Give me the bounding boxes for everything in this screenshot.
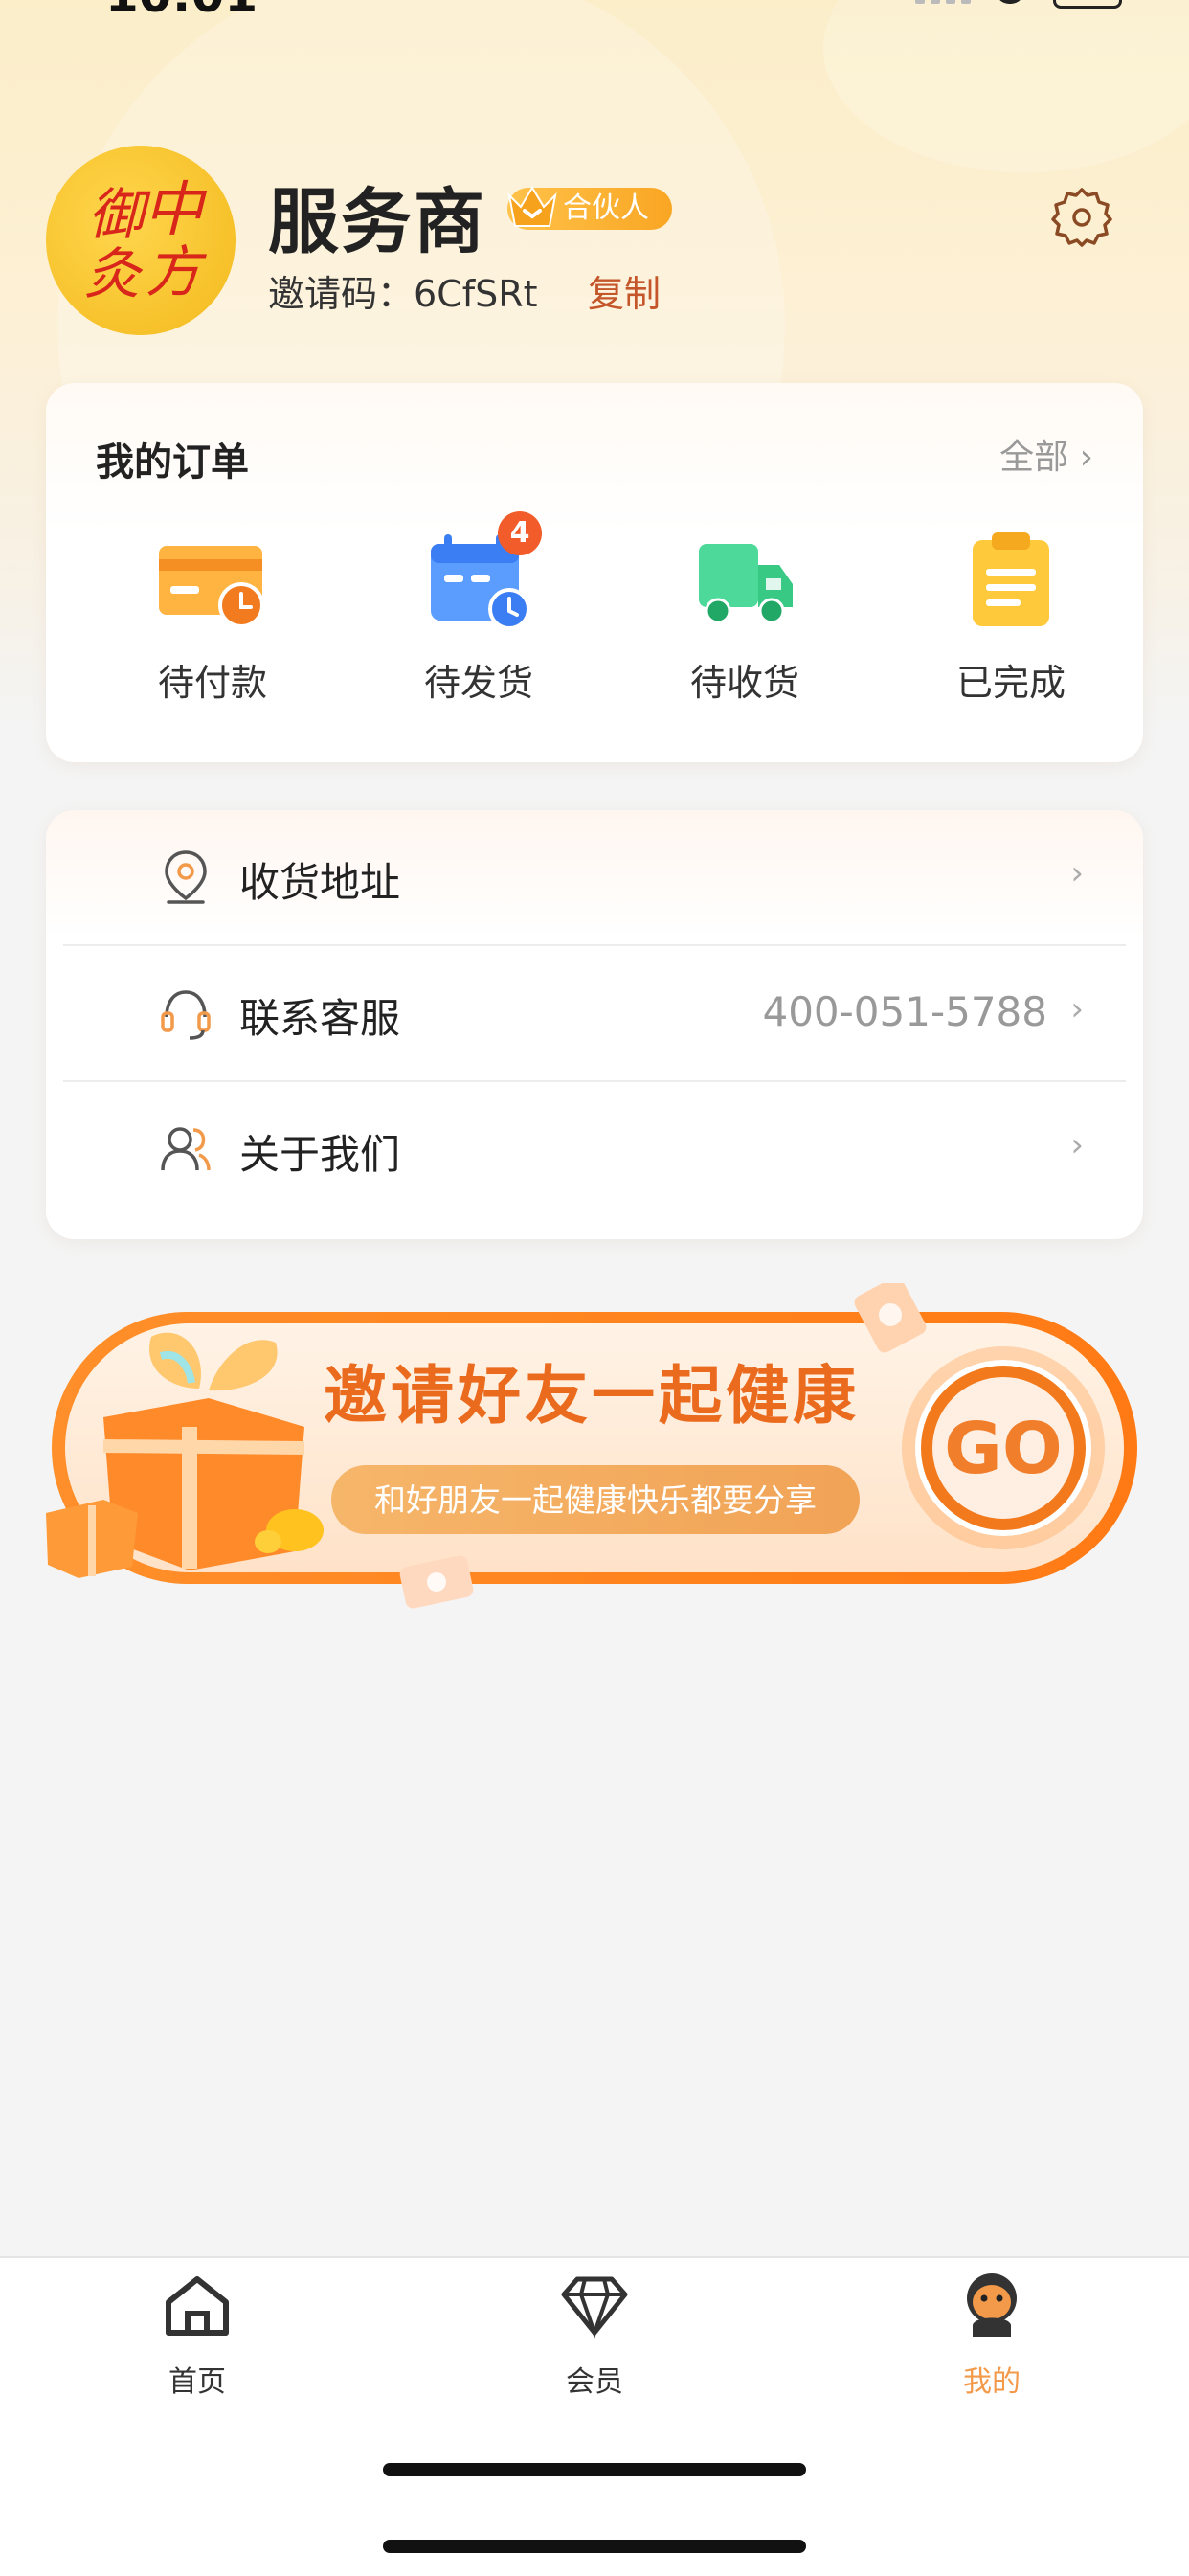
order-label: 待发货 xyxy=(423,662,533,704)
truck-icon xyxy=(699,544,793,624)
chevron-right-icon: › xyxy=(1070,990,1084,1028)
wifi-icon xyxy=(996,0,1024,4)
chevron-right-icon: › xyxy=(1079,438,1093,477)
settings-menu-card: 收货地址 › 联系客服 400-051-5788 › 关于我们 › xyxy=(46,810,1143,1239)
order-label: 已完成 xyxy=(955,662,1066,704)
invite-friends-banner[interactable]: 邀请好友一起健康 和好朋友一起健康快乐都要分享 GO xyxy=(46,1283,1143,1609)
avatar-logo: 御 中 灸 方 xyxy=(84,174,208,306)
avatar[interactable]: 御 中 灸 方 xyxy=(46,146,236,335)
crown-icon xyxy=(507,186,557,227)
menu-label: 联系客服 xyxy=(239,995,401,1042)
tab-label: 会员 xyxy=(566,2365,623,2399)
menu-label: 收货地址 xyxy=(239,859,401,906)
invite-code-value: 6CfSRt xyxy=(414,273,538,315)
order-label: 待付款 xyxy=(157,662,267,704)
orders-all-link[interactable]: 全部 › xyxy=(999,429,1093,479)
bottom-tab-bar: 首页 会员 我的 xyxy=(0,2256,1189,2576)
menu-item-about-us[interactable]: 关于我们 › xyxy=(63,1082,1126,1216)
invite-code: 邀请码：6CfSRt xyxy=(268,264,538,317)
tab-member[interactable]: 会员 xyxy=(480,2270,709,2400)
menu-item-address[interactable]: 收货地址 › xyxy=(63,810,1126,944)
chevron-right-icon: › xyxy=(1070,1126,1084,1164)
order-count-badge: 4 xyxy=(498,511,542,555)
order-label: 待收货 xyxy=(689,662,799,704)
wallet-clock-icon xyxy=(159,546,264,628)
order-pending-shipment[interactable]: 4 待发货 xyxy=(354,511,603,706)
menu-item-customer-service[interactable]: 联系客服 400-051-5788 › xyxy=(63,946,1126,1080)
partner-badge: 合伙人 xyxy=(507,186,672,230)
banner-title: 邀请好友一起健康 xyxy=(324,1359,860,1433)
orders-all-label: 全部 xyxy=(999,438,1069,477)
tab-label: 我的 xyxy=(963,2365,1021,2399)
settings-gear-icon[interactable] xyxy=(1051,186,1112,247)
diamond-icon xyxy=(561,2276,628,2339)
svg-text:中: 中 xyxy=(144,174,208,244)
home-indicator xyxy=(383,2463,806,2476)
tab-home[interactable]: 首页 xyxy=(82,2270,312,2400)
banner-subtitle: 和好朋友一起健康快乐都要分享 xyxy=(374,1481,817,1519)
partner-badge-label: 合伙人 xyxy=(563,192,649,225)
menu-label: 关于我们 xyxy=(239,1131,401,1178)
svg-text:灸: 灸 xyxy=(84,241,144,306)
home-indicator xyxy=(383,2540,806,2553)
my-orders-card: 我的订单 全部 › 待付款 4 待发货 待收货 已完成 xyxy=(46,383,1143,762)
home-icon xyxy=(166,2276,229,2336)
svg-text:方: 方 xyxy=(146,239,207,305)
signal-icon xyxy=(915,0,971,4)
location-pin-icon xyxy=(165,850,207,904)
chevron-right-icon: › xyxy=(1070,854,1084,893)
copy-button[interactable]: 复制 xyxy=(588,264,661,317)
status-bar: 10:01 xyxy=(0,0,1189,29)
tab-mine[interactable]: 我的 xyxy=(877,2270,1107,2400)
order-pending-payment[interactable]: 待付款 xyxy=(88,527,337,706)
go-button-label: GO xyxy=(944,1408,1063,1490)
service-phone-number: 400-051-5788 xyxy=(762,988,1047,1035)
users-icon xyxy=(161,1127,211,1171)
go-button[interactable]: GO xyxy=(902,1346,1105,1549)
order-pending-receipt[interactable]: 待收货 xyxy=(620,527,869,706)
tab-label: 首页 xyxy=(168,2365,226,2399)
clipboard-icon xyxy=(973,532,1049,626)
profile-mascot-icon xyxy=(967,2273,1017,2337)
user-name: 服务商 xyxy=(268,181,486,263)
svg-text:御: 御 xyxy=(88,182,151,247)
status-time: 10:01 xyxy=(105,0,258,23)
invite-label: 邀请码： xyxy=(268,273,415,315)
order-completed[interactable]: 已完成 xyxy=(886,527,1135,706)
orders-title: 我的订单 xyxy=(96,441,249,485)
headset-icon xyxy=(161,990,211,1040)
battery-icon xyxy=(1053,0,1122,9)
